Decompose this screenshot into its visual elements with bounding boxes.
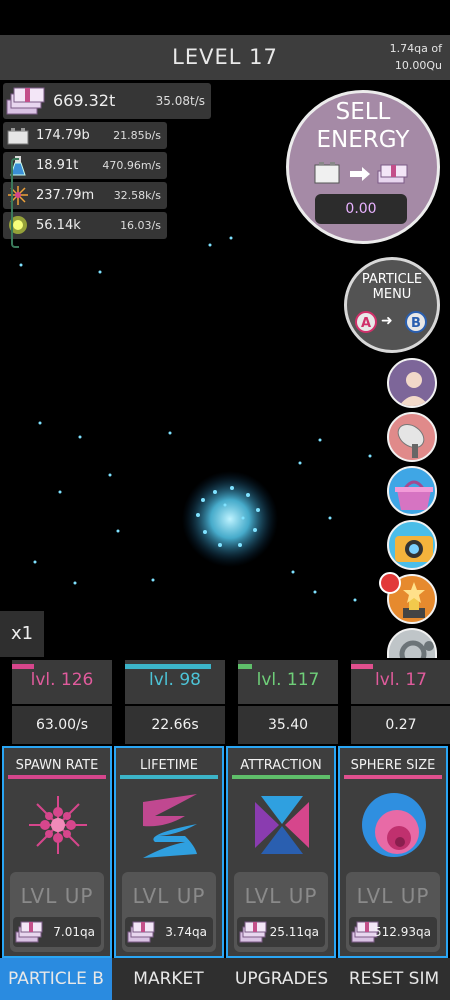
lifetime-icon: [143, 794, 197, 858]
sparkle-rate: 32.58k/s: [113, 189, 161, 202]
spawn-rate-icon: [29, 796, 87, 854]
particle-menu-line2: MENU: [372, 287, 412, 302]
arrow-right-icon: ➜: [381, 313, 393, 329]
camera-button[interactable]: [387, 520, 437, 570]
attraction-value: 35.40: [238, 706, 338, 744]
sun-amount: 56.14k: [36, 218, 81, 233]
main-currency-amount: 669.32t: [53, 91, 116, 110]
profile-button[interactable]: [387, 358, 437, 408]
resource-row-battery: 174.79b 21.85b/s: [3, 122, 167, 149]
spawn-rate-title-bar: [8, 775, 106, 779]
sphere-size-lvlup-button[interactable]: LVL UP 512.93qa: [346, 872, 440, 952]
resource-row-sun: 56.14k 16.03/s: [3, 212, 167, 239]
spawn-rate-level-box: lvl. 126: [12, 660, 112, 704]
lifetime-level-bar: [125, 664, 211, 669]
lifetime-panel: LIFETIME LVL UP 3.74qa: [114, 746, 224, 958]
progress-current: 1.74qa of: [389, 42, 442, 55]
sphere-size-cost-value: 512.93qa: [374, 925, 431, 939]
sell-energy-title: SELL ENERGY: [286, 98, 440, 154]
sphere-size-cost: 512.93qa: [349, 917, 437, 947]
sphere-size-lvlup-label: LVL UP: [356, 884, 430, 908]
tab-upgrades[interactable]: UPGRADES: [225, 958, 338, 1000]
battery-rate: 21.85b/s: [113, 129, 161, 142]
resource-row-flask: 18.91t 470.96m/s: [3, 152, 167, 179]
level-title: LEVEL 17: [172, 45, 278, 69]
money-stack-icon: [239, 921, 267, 943]
attraction-title: ATTRACTION: [240, 758, 322, 773]
shop-basket-button[interactable]: [387, 466, 437, 516]
energy-to-money-icon: [314, 162, 408, 184]
sell-title-line1: SELL: [335, 99, 391, 125]
lifetime-cost: 3.74qa: [125, 917, 213, 947]
lifetime-level: lvl. 98: [149, 670, 201, 690]
particle-b-badge: B: [405, 311, 427, 333]
speed-multiplier-button[interactable]: x1: [0, 611, 44, 657]
spawn-rate-title: SPAWN RATE: [15, 758, 99, 773]
attraction-lvlup-button[interactable]: LVL UP 25.11qa: [234, 872, 328, 952]
sphere-size-title: SPHERE SIZE: [350, 758, 436, 773]
sell-title-line2: ENERGY: [316, 127, 410, 153]
attraction-title-bar: [232, 775, 330, 779]
spawn-rate-level: lvl. 126: [30, 670, 94, 690]
attraction-level-bar: [238, 664, 252, 669]
lifetime-title: LIFETIME: [140, 758, 198, 773]
sphere-size-level-box: lvl. 17: [351, 660, 450, 704]
progress-target: 10.00Qu: [394, 59, 442, 72]
attraction-cost: 25.11qa: [237, 917, 325, 947]
lifetime-lvlup-button[interactable]: LVL UP 3.74qa: [122, 872, 216, 952]
sphere-size-panel: SPHERE SIZE LVL UP 512.93qa: [338, 746, 448, 958]
tab-market[interactable]: MARKET: [112, 958, 225, 1000]
attraction-panel: ATTRACTION LVL UP 25.11qa: [226, 746, 336, 958]
lifetime-title-bar: [120, 775, 218, 779]
spawn-rate-lvlup-button[interactable]: LVL UP 7.01qa: [10, 872, 104, 952]
resource-row-sparkle: 237.79m 32.58k/s: [3, 182, 167, 209]
sphere-size-icon: [362, 793, 426, 857]
lifetime-lvlup-label: LVL UP: [132, 884, 206, 908]
sphere-size-level: lvl. 17: [375, 670, 427, 690]
main-currency-row: 669.32t 35.08t/s: [3, 83, 211, 119]
attraction-lvlup-label: LVL UP: [244, 884, 318, 908]
particle-menu-title: PARTICLE MENU: [344, 272, 440, 302]
sphere-size-value: 0.27: [351, 706, 450, 744]
spawn-rate-lvlup-label: LVL UP: [20, 884, 94, 908]
money-stack-icon: [6, 87, 45, 115]
level-progress: 1.74qa of 10.00Qu: [390, 40, 442, 74]
sphere-size-title-bar: [344, 775, 442, 779]
main-currency-rate: 35.08t/s: [155, 94, 205, 108]
lifetime-value: 22.66s: [125, 706, 225, 744]
lifetime-level-box: lvl. 98: [125, 660, 225, 704]
spawn-rate-panel: SPAWN RATE LVL UP 7.01qa: [2, 746, 112, 958]
notification-dot: [379, 572, 401, 594]
attraction-level: lvl. 117: [256, 670, 320, 690]
spawn-rate-cost-value: 7.01qa: [53, 925, 95, 939]
lifetime-cost-value: 3.74qa: [165, 925, 207, 939]
money-stack-icon: [15, 921, 43, 943]
sell-energy-value: 0.00: [315, 194, 407, 224]
flask-rate: 470.96m/s: [102, 159, 161, 172]
sphere-size-level-bar: [351, 664, 373, 669]
spawn-rate-level-bar: [12, 664, 34, 669]
attraction-cost-value: 25.11qa: [269, 925, 319, 939]
sparkle-amount: 237.79m: [36, 188, 95, 203]
tab-reset-sim[interactable]: RESET SIM: [338, 958, 450, 1000]
satellite-button[interactable]: [387, 412, 437, 462]
spawn-rate-value: 63.00/s: [12, 706, 112, 744]
flask-amount: 18.91t: [36, 158, 79, 173]
money-stack-icon: [127, 921, 155, 943]
particle-a-badge: A: [355, 311, 377, 333]
attraction-level-box: lvl. 117: [238, 660, 338, 704]
spawn-rate-cost: 7.01qa: [13, 917, 101, 947]
resource-bracket: [11, 158, 19, 248]
particle-menu-line1: PARTICLE: [361, 272, 423, 287]
sun-rate: 16.03/s: [120, 219, 161, 232]
tab-particle-b[interactable]: PARTICLE B: [0, 958, 112, 1000]
particle-sphere: [182, 471, 278, 567]
battery-icon: [7, 128, 29, 145]
attraction-icon: [255, 796, 309, 854]
battery-amount: 174.79b: [36, 128, 90, 143]
